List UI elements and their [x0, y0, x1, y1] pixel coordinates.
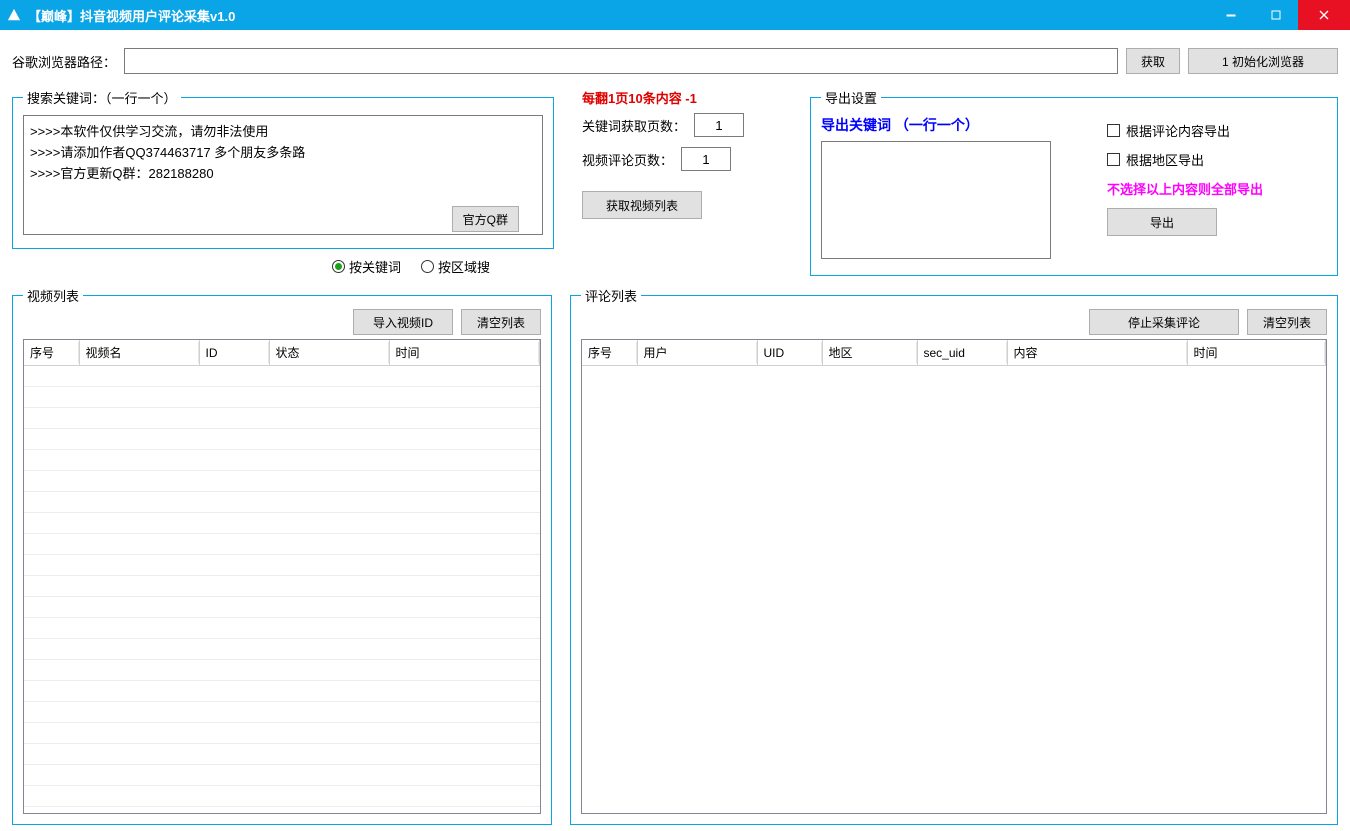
- import-video-id-button[interactable]: 导入视频ID: [353, 309, 453, 335]
- column-header[interactable]: 状态: [269, 340, 389, 366]
- keyword-pages-label: 关键词获取页数：: [582, 116, 686, 135]
- app-icon: [6, 7, 22, 23]
- stop-collect-comments-button[interactable]: 停止采集评论: [1089, 309, 1239, 335]
- table-row: [24, 660, 540, 681]
- radio-dot-icon: [421, 260, 434, 273]
- pages-settings: 每翻1页10条内容 -1 关键词获取页数： 视频评论页数： 获取视频列表: [572, 88, 792, 276]
- export-note: 不选择以上内容则全部导出: [1107, 179, 1327, 198]
- column-header[interactable]: 时间: [389, 340, 540, 366]
- column-header[interactable]: 用户: [637, 340, 757, 366]
- table-row: [24, 681, 540, 702]
- table-row: [24, 408, 540, 429]
- pages-red-note: 每翻1页10条内容 -1: [582, 88, 792, 107]
- table-row: [24, 534, 540, 555]
- comment-list-legend: 评论列表: [581, 286, 641, 305]
- table-row: [24, 597, 540, 618]
- column-header[interactable]: 序号: [24, 340, 79, 366]
- search-keywords-fieldset: 搜索关键词：（一行一个） 官方Q群: [12, 88, 554, 249]
- column-header[interactable]: ID: [199, 340, 269, 366]
- export-button[interactable]: 导出: [1107, 208, 1217, 236]
- column-header[interactable]: 视频名: [79, 340, 199, 366]
- column-header[interactable]: 内容: [1007, 340, 1187, 366]
- chrome-path-label: 谷歌浏览器路径：: [12, 52, 116, 71]
- table-row: [24, 366, 540, 387]
- column-header[interactable]: 地区: [822, 340, 917, 366]
- table-row: [24, 387, 540, 408]
- column-header[interactable]: sec_uid: [917, 340, 1007, 366]
- table-row: [24, 450, 540, 471]
- export-keywords-title: 导出关键词 （一行一个）: [821, 115, 1097, 135]
- table-row: [24, 765, 540, 786]
- checkbox-icon: [1107, 153, 1120, 166]
- video-list-fieldset: 视频列表 导入视频ID 清空列表 序号视频名ID状态时间: [12, 286, 552, 825]
- table-row: [24, 555, 540, 576]
- titlebar[interactable]: 【巅峰】抖音视频用户评论采集v1.0: [0, 0, 1350, 30]
- maximize-button[interactable]: [1253, 0, 1298, 30]
- table-row: [24, 807, 540, 815]
- window-title: 【巅峰】抖音视频用户评论采集v1.0: [28, 6, 1208, 25]
- init-browser-button[interactable]: 1 初始化浏览器: [1188, 48, 1338, 74]
- table-row: [24, 492, 540, 513]
- table-row: [24, 618, 540, 639]
- comment-pages-label: 视频评论页数：: [582, 150, 673, 169]
- table-row: [24, 576, 540, 597]
- radio-by-keyword[interactable]: 按关键词: [332, 257, 401, 276]
- column-header[interactable]: 序号: [582, 340, 637, 366]
- video-table-container[interactable]: 序号视频名ID状态时间: [23, 339, 541, 814]
- table-row: [24, 786, 540, 807]
- export-settings-fieldset: 导出设置 导出关键词 （一行一个） 根据评论内容导出 根据地区导出 不选择以上内…: [810, 88, 1338, 276]
- checkbox-by-region[interactable]: 根据地区导出: [1107, 150, 1327, 169]
- column-header[interactable]: UID: [757, 340, 822, 366]
- table-row: [24, 429, 540, 450]
- get-chrome-path-button[interactable]: 获取: [1126, 48, 1180, 74]
- clear-comment-list-button[interactable]: 清空列表: [1247, 309, 1327, 335]
- search-keywords-legend: 搜索关键词：（一行一个）: [23, 88, 181, 107]
- comment-table: 序号用户UID地区sec_uid内容时间: [582, 340, 1326, 366]
- keyword-pages-input[interactable]: [694, 113, 744, 137]
- export-settings-legend: 导出设置: [821, 88, 881, 107]
- chrome-path-input[interactable]: [124, 48, 1118, 74]
- comment-pages-input[interactable]: [681, 147, 731, 171]
- q-group-button[interactable]: 官方Q群: [452, 206, 519, 232]
- get-video-list-button[interactable]: 获取视频列表: [582, 191, 702, 219]
- radio-dot-checked-icon: [332, 260, 345, 273]
- comment-list-fieldset: 评论列表 停止采集评论 清空列表 序号用户UID地区sec_uid内容时间: [570, 286, 1338, 825]
- checkbox-by-comment-content[interactable]: 根据评论内容导出: [1107, 121, 1327, 140]
- checkbox-icon: [1107, 124, 1120, 137]
- column-header[interactable]: 时间: [1187, 340, 1326, 366]
- table-row: [24, 639, 540, 660]
- radio-by-region[interactable]: 按区域搜: [421, 257, 490, 276]
- video-table: 序号视频名ID状态时间: [24, 340, 540, 814]
- clear-video-list-button[interactable]: 清空列表: [461, 309, 541, 335]
- minimize-button[interactable]: [1208, 0, 1253, 30]
- close-button[interactable]: [1298, 0, 1350, 30]
- table-row: [24, 744, 540, 765]
- table-row: [24, 723, 540, 744]
- export-keywords-textarea[interactable]: [821, 141, 1051, 259]
- video-list-legend: 视频列表: [23, 286, 83, 305]
- comment-table-container[interactable]: 序号用户UID地区sec_uid内容时间: [581, 339, 1327, 814]
- table-row: [24, 471, 540, 492]
- table-row: [24, 513, 540, 534]
- table-row: [24, 702, 540, 723]
